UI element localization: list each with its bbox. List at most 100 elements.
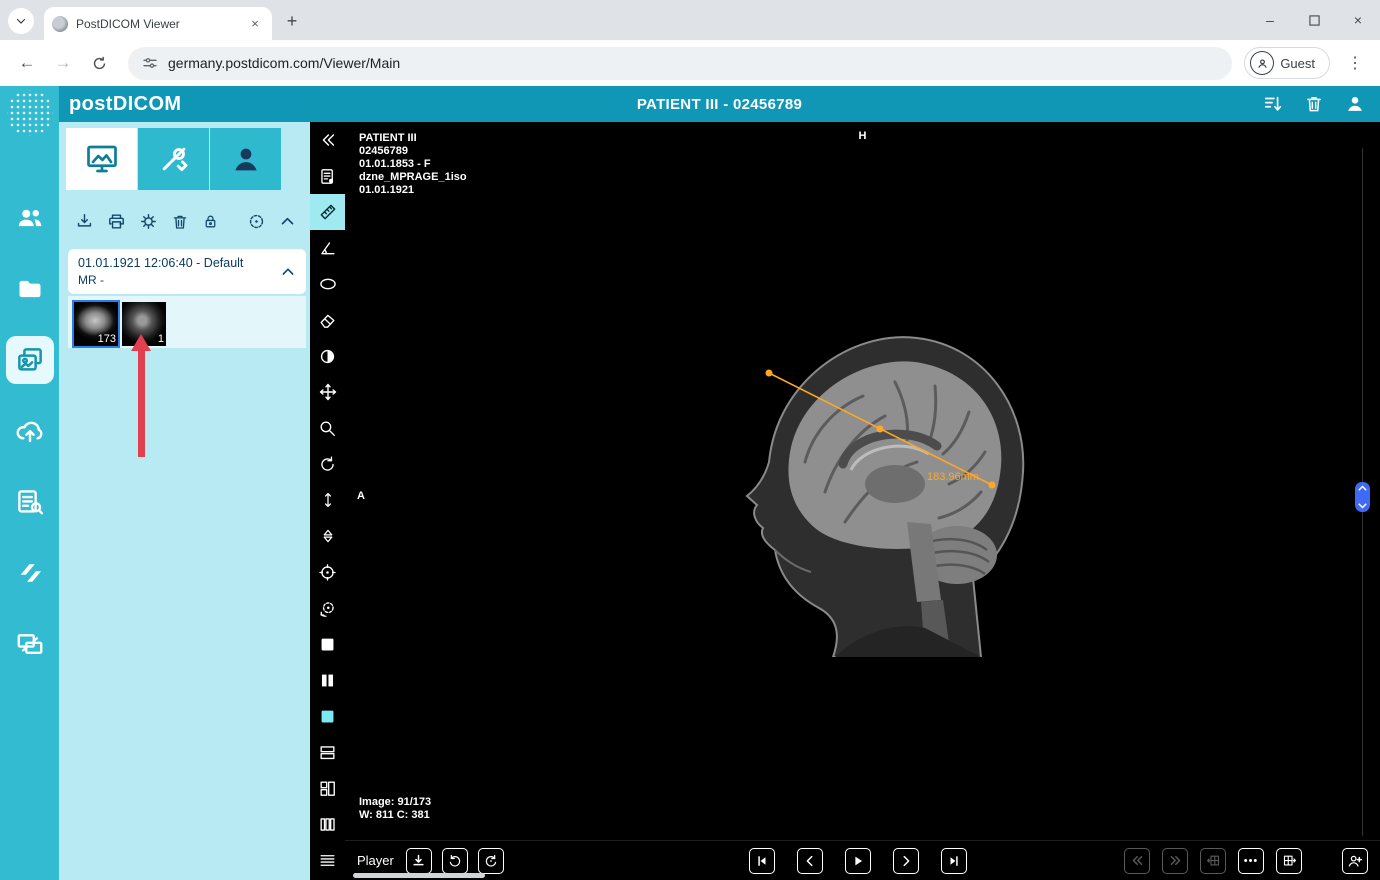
print-button[interactable]	[107, 212, 126, 231]
window-controls: – ×	[1248, 0, 1380, 40]
rewind-button[interactable]	[1124, 848, 1150, 874]
collapse-panel-button[interactable]	[310, 122, 345, 158]
url-bar[interactable]: germany.postdicom.com/Viewer/Main	[128, 47, 1232, 80]
horizontal-scrollbar[interactable]	[353, 873, 485, 878]
collapse-series-toolbar[interactable]	[279, 213, 296, 230]
layout-1x1-button[interactable]	[310, 626, 345, 662]
layout-rows-button[interactable]	[310, 842, 345, 878]
angle-icon	[318, 239, 337, 258]
image-info-overlay: Image: 91/173 W: 811 C: 381	[359, 796, 431, 822]
close-window-button[interactable]: ×	[1336, 0, 1380, 40]
maximize-button[interactable]	[1292, 0, 1336, 40]
forward-button[interactable]: →	[46, 46, 80, 80]
browser-tab[interactable]: PostDICOM Viewer ×	[44, 7, 272, 40]
transport-controls	[749, 848, 977, 874]
loop-button[interactable]	[442, 848, 468, 874]
chevron-up-icon[interactable]	[280, 264, 296, 280]
pan-tool[interactable]	[310, 374, 345, 410]
probe-tool[interactable]	[310, 590, 345, 626]
fast-forward-button[interactable]	[1162, 848, 1188, 874]
dicom-viewport[interactable]: 183.96mm PATIENT III 02456789 01.01.1853…	[345, 122, 1380, 840]
reference-lines-tool[interactable]	[310, 554, 345, 590]
sidebar-item-folders[interactable]	[6, 265, 54, 313]
chevron-up-icon	[279, 213, 296, 230]
grid-collapse-button[interactable]	[1200, 848, 1226, 874]
stack-tool[interactable]	[310, 518, 345, 554]
mpr-icon	[247, 212, 266, 231]
account-icon[interactable]	[1344, 93, 1366, 115]
download-button[interactable]	[75, 212, 94, 231]
image-scroll-handle[interactable]	[1355, 482, 1370, 512]
person-add-icon	[1347, 853, 1363, 869]
tools-icon	[157, 142, 191, 176]
report-tool[interactable]	[310, 158, 345, 194]
sidebar-nav	[6, 194, 54, 668]
measurement-value[interactable]: 183.96mm	[927, 471, 979, 483]
browser-menu-icon[interactable]: ⋮	[1340, 48, 1370, 78]
window-level-tool[interactable]	[310, 338, 345, 374]
scroll-tool[interactable]	[310, 482, 345, 518]
layout-3cols-button[interactable]	[310, 806, 345, 842]
sort-descending-icon[interactable]	[1262, 93, 1284, 115]
angle-tool[interactable]	[310, 230, 345, 266]
share-icon	[16, 559, 44, 587]
rotate-tool[interactable]	[310, 446, 345, 482]
next-button[interactable]	[893, 848, 919, 874]
grid-expand-button[interactable]	[1276, 848, 1302, 874]
ruler-icon	[318, 202, 338, 222]
eraser-tool[interactable]	[310, 302, 345, 338]
sidebar-item-share[interactable]	[6, 549, 54, 597]
layout-cine-button[interactable]	[310, 698, 345, 734]
sidebar-item-worklist[interactable]	[6, 478, 54, 526]
previous-button[interactable]	[797, 848, 823, 874]
skip-end-button[interactable]	[941, 848, 967, 874]
ruler-tool[interactable]	[310, 194, 345, 230]
sidebar-item-patients[interactable]	[6, 194, 54, 242]
new-tab-button[interactable]: +	[278, 7, 306, 35]
sidebar-item-studies[interactable]	[6, 336, 54, 384]
patient-overlay: PATIENT III 02456789 01.01.1853 - F dzne…	[359, 132, 467, 197]
recycle-bin-icon[interactable]	[1304, 93, 1324, 115]
rewind-icon	[1130, 853, 1145, 868]
stack-icon	[319, 527, 337, 545]
site-settings-icon[interactable]	[142, 55, 158, 71]
skip-start-button[interactable]	[749, 848, 775, 874]
layout-mixed-button[interactable]	[310, 770, 345, 806]
ellipse-tool[interactable]	[310, 266, 345, 302]
brand-logo[interactable]: postDICOM	[69, 93, 181, 116]
delete-button[interactable]	[171, 213, 189, 231]
grid-collapse-icon	[1206, 853, 1221, 868]
export-frames-button[interactable]	[406, 848, 432, 874]
tab-patient-info[interactable]	[210, 128, 281, 190]
tab-tools[interactable]	[138, 128, 209, 190]
orientation-marker-left: A	[357, 490, 365, 503]
sidebar-item-upload[interactable]	[6, 407, 54, 455]
chevron-down-icon	[1358, 503, 1367, 509]
thumbnail-count: 173	[98, 333, 116, 345]
tab-viewer[interactable]	[66, 128, 137, 190]
back-button[interactable]: ←	[10, 46, 44, 80]
sidebar-item-transfer[interactable]	[6, 620, 54, 668]
guest-avatar-icon	[1250, 51, 1274, 75]
series-group-header[interactable]: 01.01.1921 12:06:40 - Default MR -	[68, 249, 306, 294]
tab-search-button[interactable]	[8, 8, 34, 34]
settings-sync-button[interactable]	[139, 212, 158, 231]
more-options-button[interactable]: •••	[1238, 848, 1264, 874]
annotation-arrow-up	[131, 334, 151, 457]
mpr-button[interactable]	[247, 212, 266, 231]
lock-button[interactable]	[202, 213, 219, 230]
zoom-tool[interactable]	[310, 410, 345, 446]
skip-start-icon	[755, 854, 769, 868]
folder-icon	[16, 275, 44, 303]
profile-button[interactable]: Guest	[1244, 47, 1330, 79]
minimize-button[interactable]: –	[1248, 0, 1292, 40]
series-thumbnail-1[interactable]: 173	[74, 302, 118, 346]
reload-button[interactable]	[82, 46, 116, 80]
layout-2rows-button[interactable]	[310, 734, 345, 770]
tab-close-icon[interactable]: ×	[246, 15, 264, 33]
chevrons-left-icon	[318, 130, 338, 150]
add-user-button[interactable]	[1342, 848, 1368, 874]
layout-1x2-button[interactable]	[310, 662, 345, 698]
play-button[interactable]	[845, 848, 871, 874]
cine-direction-button[interactable]	[478, 848, 504, 874]
